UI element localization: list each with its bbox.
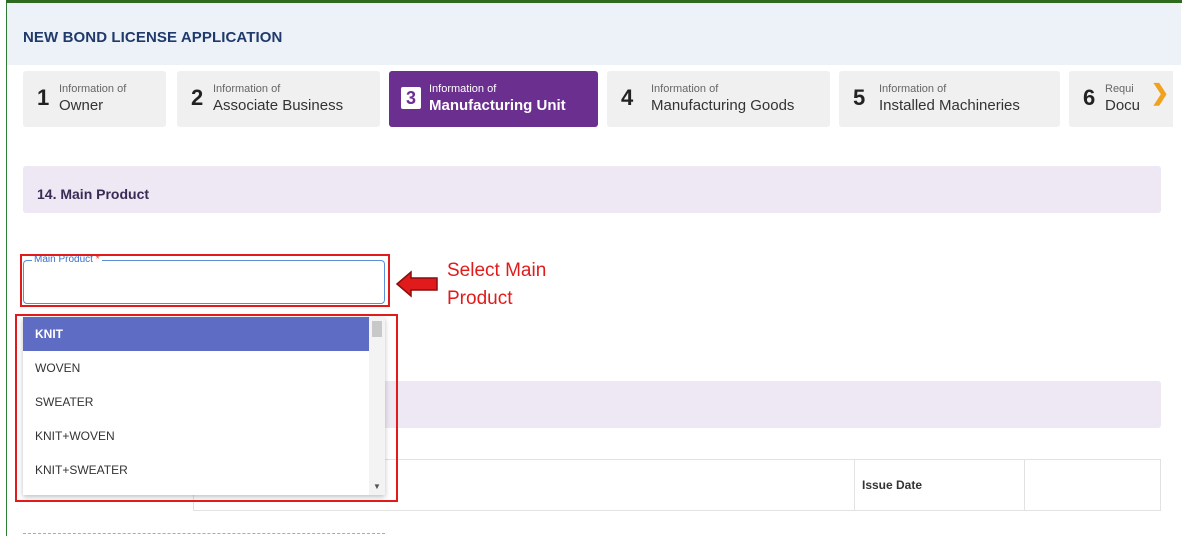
section-header-main-product: 14. Main Product	[23, 166, 1161, 213]
page-title: NEW BOND LICENSE APPLICATION	[23, 29, 283, 46]
step-1-owner[interactable]: 1 Information of Owner	[23, 71, 166, 127]
step-title: Manufacturing Goods	[651, 97, 795, 114]
step-number: 2	[191, 85, 204, 110]
step-subtitle: Information of	[429, 83, 497, 95]
page-header: NEW BOND LICENSE APPLICATION	[7, 3, 1181, 65]
step-title: Associate Business	[213, 97, 344, 114]
step-5-installed-machineries[interactable]: 5 Information of Installed Machineries	[839, 71, 1060, 127]
step-3-manufacturing-unit[interactable]: 3 Information of Manufacturing Unit	[389, 71, 598, 127]
step-title: Docu	[1105, 97, 1141, 114]
step-title: Owner	[59, 97, 104, 114]
step-number: 3	[401, 87, 421, 109]
step-subtitle: Information of	[59, 83, 127, 95]
step-subtitle: Requi	[1105, 83, 1134, 95]
section-title: 14. Main Product	[37, 186, 150, 202]
step-number: 4	[621, 85, 634, 110]
annotation-text: Select Main Product	[447, 257, 546, 313]
step-number: 5	[853, 85, 866, 110]
step-number: 1	[37, 85, 50, 110]
step-title: Manufacturing Unit	[429, 97, 566, 114]
table-column-issue-date: Issue Date	[854, 460, 1025, 510]
step-subtitle: Information of	[213, 83, 281, 95]
dashed-upload-box[interactable]	[23, 533, 385, 544]
callout-arrow-icon	[395, 270, 438, 298]
app-window: NEW BOND LICENSE APPLICATION 1 Informati…	[6, 0, 1182, 536]
highlight-box-field	[20, 254, 390, 307]
step-title: Installed Machineries	[879, 97, 1020, 114]
annotation-line-1: Select Main	[447, 260, 547, 281]
chevron-right-icon[interactable]: ❯	[1148, 81, 1172, 105]
highlight-box-dropdown	[15, 314, 398, 502]
step-subtitle: Information of	[651, 83, 719, 95]
wizard-steps: 1 Information of Owner 2 Information of …	[23, 71, 1173, 127]
step-2-associate-business[interactable]: 2 Information of Associate Business	[177, 71, 380, 127]
column-header-issue-date: Issue Date	[862, 478, 923, 492]
annotation-line-2: Product	[447, 288, 513, 309]
step-number: 6	[1083, 85, 1096, 110]
step-4-manufacturing-goods[interactable]: 4 Information of Manufacturing Goods	[607, 71, 830, 127]
step-subtitle: Information of	[879, 83, 947, 95]
